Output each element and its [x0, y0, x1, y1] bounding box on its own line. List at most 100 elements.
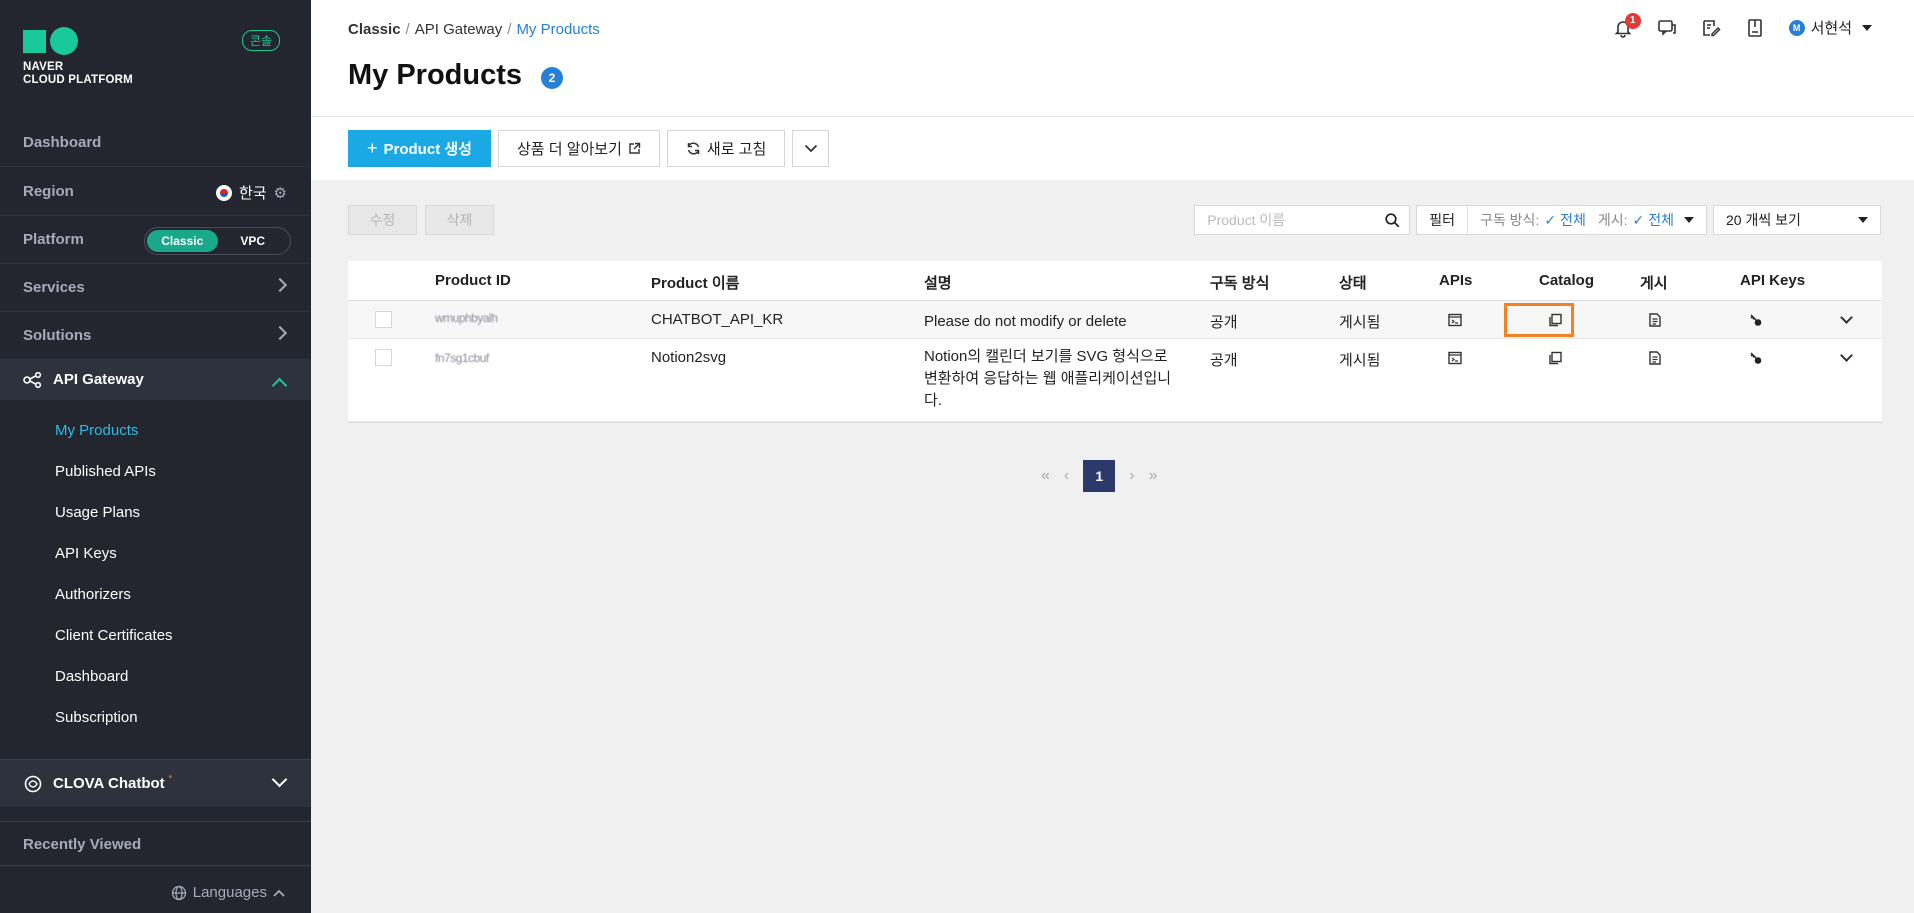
- search-icon[interactable]: [1385, 213, 1400, 228]
- recently-viewed[interactable]: Recently Viewed: [23, 836, 141, 853]
- notification-button[interactable]: 1: [1613, 12, 1641, 38]
- main-content: Classic / API Gateway / My Products My Produ…: [311, 0, 1914, 913]
- terminal-icon: [1448, 351, 1462, 365]
- row-checkbox[interactable]: [375, 349, 392, 366]
- breadcrumb-my-products[interactable]: My Products: [516, 21, 599, 38]
- chevron-right-icon: [272, 277, 288, 293]
- chevron-down-icon: [804, 144, 817, 153]
- delete-button[interactable]: 삭제: [425, 205, 494, 235]
- sidebar-item-label: Solutions: [23, 327, 92, 344]
- more-actions-button[interactable]: [792, 130, 830, 167]
- filter-button[interactable]: 필터: [1417, 206, 1469, 234]
- book-icon: [1747, 18, 1762, 37]
- chevron-down-icon: [271, 771, 288, 788]
- breadcrumb-classic[interactable]: Classic: [348, 21, 401, 38]
- column-header: 게시: [1640, 275, 1668, 292]
- edit-button[interactable]: 수정: [348, 205, 417, 235]
- naver-cloud-logo[interactable]: NAVER CLOUD PLATFORM: [23, 27, 133, 87]
- memo-button[interactable]: [1701, 18, 1721, 38]
- product-id: wmuphbyalh: [435, 311, 498, 325]
- languages-label: Languages: [192, 884, 267, 901]
- globe-icon: [171, 885, 186, 900]
- plus-icon: +: [367, 138, 378, 158]
- chevron-down-icon[interactable]: [1840, 311, 1853, 324]
- breadcrumb-api-gateway[interactable]: API Gateway: [415, 21, 503, 38]
- key-icon: [1750, 314, 1762, 326]
- api-keys-button[interactable]: [1748, 312, 1764, 332]
- last-page-icon[interactable]: »: [1149, 467, 1158, 485]
- catalog-button[interactable]: [1547, 312, 1563, 332]
- publish-filter-value: 전체: [1648, 212, 1674, 228]
- platform-toggle[interactable]: Classic VPC: [144, 227, 291, 255]
- submenu-item-dashboard[interactable]: Dashboard: [0, 656, 311, 697]
- publish-button[interactable]: [1647, 312, 1663, 332]
- refresh-label: 새로 고침: [706, 141, 767, 158]
- table-row[interactable]: wmuphbyalh CHATBOT_API_KR Please do not …: [348, 301, 1882, 339]
- column-header: 상태: [1339, 275, 1367, 292]
- next-page-icon[interactable]: ›: [1129, 467, 1134, 485]
- apis-button[interactable]: [1447, 350, 1463, 370]
- first-page-icon[interactable]: «: [1041, 467, 1050, 485]
- publish-filter-label: 게시:: [1597, 212, 1628, 228]
- sidebar-item-region: Region 한국 ⚙: [0, 168, 311, 216]
- chevron-up-icon: [271, 377, 288, 394]
- search-box: [1194, 205, 1411, 235]
- platform-option-classic[interactable]: Classic: [147, 230, 218, 252]
- sidebar-item-label: Region: [23, 183, 74, 200]
- sidebar-item-solutions[interactable]: Solutions: [0, 312, 311, 360]
- chat-icon: [1657, 19, 1676, 36]
- console-badge[interactable]: 콘솔: [242, 30, 281, 51]
- product-name: Notion2svg: [651, 349, 727, 366]
- submenu-item-subscription[interactable]: Subscription: [0, 697, 311, 738]
- page-number-current[interactable]: 1: [1083, 460, 1116, 492]
- chevron-down-icon[interactable]: [1840, 349, 1853, 362]
- api-keys-button[interactable]: [1748, 350, 1764, 370]
- notification-badge: 1: [1624, 12, 1641, 29]
- refresh-button[interactable]: 새로 고침: [666, 130, 786, 167]
- column-header[interactable]: Product 이름: [651, 272, 739, 293]
- check-icon: ✓: [1544, 211, 1557, 228]
- logo-line1: NAVER: [23, 61, 64, 73]
- learn-more-button[interactable]: 상품 더 알아보기: [497, 130, 660, 167]
- docs-button[interactable]: [1745, 18, 1765, 38]
- chat-button[interactable]: [1657, 18, 1677, 38]
- chatbot-icon: [24, 775, 42, 792]
- submenu-item-published-apis[interactable]: Published APIs: [0, 451, 311, 492]
- prev-page-icon[interactable]: ‹: [1064, 467, 1069, 485]
- row-checkbox[interactable]: [375, 311, 392, 328]
- products-table: Product ID Product 이름 설명 구독 방식 상태 APIs C…: [348, 261, 1882, 423]
- sidebar-item-dashboard[interactable]: Dashboard: [0, 119, 311, 167]
- submenu-item-authorizers[interactable]: Authorizers: [0, 574, 311, 615]
- chevron-up-icon: [273, 889, 285, 897]
- learn-more-label: 상품 더 알아보기: [516, 141, 622, 158]
- column-header[interactable]: Product ID: [435, 272, 511, 289]
- logo-line2: CLOUD PLATFORM: [23, 74, 133, 86]
- create-product-button[interactable]: + Product 생성: [348, 130, 491, 167]
- toolbar: + Product 생성 상품 더 알아보기 새로 고침: [348, 130, 830, 167]
- catalog-button[interactable]: [1547, 350, 1563, 370]
- publish-button[interactable]: [1647, 350, 1663, 370]
- sidebar-item-clova-chatbot[interactable]: CLOVA Chatbot •: [0, 759, 311, 807]
- status-text: 게시됨: [1339, 352, 1381, 369]
- sidebar: NAVER CLOUD PLATFORM 콘솔 Dashboard Region…: [0, 0, 311, 913]
- platform-option-vpc[interactable]: VPC: [218, 230, 289, 252]
- search-input[interactable]: [1195, 206, 1376, 234]
- user-menu[interactable]: M 서현석: [1788, 17, 1872, 38]
- submenu-item-client-certificates[interactable]: Client Certificates: [0, 615, 311, 656]
- languages-selector[interactable]: Languages: [171, 884, 285, 901]
- submenu-item-usage-plans[interactable]: Usage Plans: [0, 492, 311, 533]
- product-name: CHATBOT_API_KR: [651, 311, 784, 328]
- column-header: Catalog: [1539, 272, 1595, 289]
- region-selector[interactable]: 한국 ⚙: [215, 182, 287, 203]
- apis-button[interactable]: [1447, 312, 1463, 332]
- sidebar-item-api-gateway[interactable]: API Gateway: [0, 360, 311, 400]
- pagination: « ‹ 1 › »: [1041, 460, 1157, 492]
- filter-dropdown[interactable]: 필터 구독 방식: ✓ 전체 게시: ✓ 전체: [1416, 205, 1707, 235]
- submenu-item-my-products[interactable]: My Products: [0, 410, 311, 451]
- per-page-select[interactable]: 20 개씩 보기: [1713, 205, 1881, 235]
- sidebar-item-services[interactable]: Services: [0, 264, 311, 312]
- submenu-item-api-keys[interactable]: API Keys: [0, 533, 311, 574]
- gear-icon[interactable]: ⚙: [274, 184, 287, 202]
- subscribe-filter-value: 전체: [1560, 212, 1586, 228]
- table-row[interactable]: fn7sg1cbuf Notion2svg Notion의 캘린더 보기를 SV…: [348, 339, 1882, 422]
